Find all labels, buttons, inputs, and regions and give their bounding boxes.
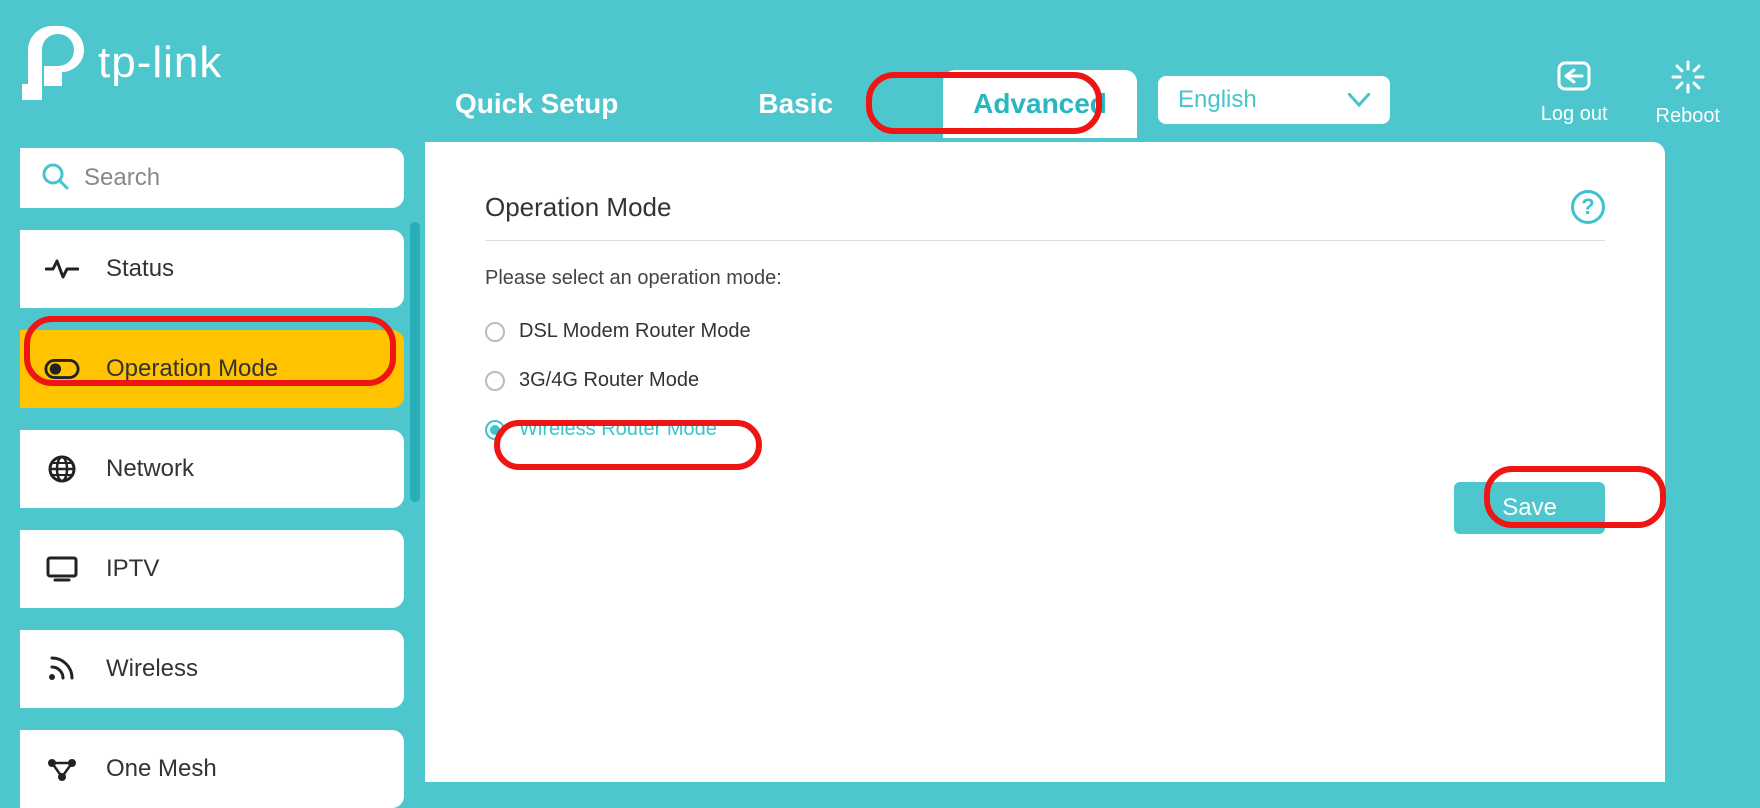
sidebar-item-iptv[interactable]: IPTV xyxy=(20,530,404,608)
one-mesh-icon xyxy=(44,755,80,783)
search-box[interactable] xyxy=(20,148,404,208)
radio-icon xyxy=(485,322,505,342)
sidebar: Status Operation Mode Network IPTV Wirel… xyxy=(20,148,404,808)
sidebar-item-label: Network xyxy=(106,455,194,483)
sidebar-item-network[interactable]: Network xyxy=(20,430,404,508)
network-icon xyxy=(44,454,80,484)
radio-wireless[interactable]: Wireless Router Mode xyxy=(485,418,1605,441)
sidebar-item-label: Status xyxy=(106,255,174,283)
wireless-icon xyxy=(44,655,80,683)
panel-prompt: Please select an operation mode: xyxy=(485,267,1605,290)
iptv-icon xyxy=(44,555,80,583)
sidebar-item-operation-mode[interactable]: Operation Mode xyxy=(20,330,404,408)
tab-quick-setup[interactable]: Quick Setup xyxy=(425,70,648,138)
radio-label: DSL Modem Router Mode xyxy=(519,320,751,343)
logo: tp-link xyxy=(22,26,222,100)
sidebar-item-label: Wireless xyxy=(106,655,198,683)
sidebar-item-label: One Mesh xyxy=(106,755,217,783)
sidebar-item-status[interactable]: Status xyxy=(20,230,404,308)
tab-advanced[interactable]: Advanced xyxy=(943,70,1137,138)
operation-mode-icon xyxy=(44,358,80,380)
search-icon xyxy=(40,161,70,196)
radio-label: 3G/4G Router Mode xyxy=(519,369,699,392)
panel-title: Operation Mode xyxy=(485,192,671,223)
main-panel: Operation Mode ? Please select an operat… xyxy=(425,142,1665,782)
help-icon[interactable]: ? xyxy=(1571,190,1605,224)
tab-basic[interactable]: Basic xyxy=(728,70,863,138)
reboot-label: Reboot xyxy=(1656,105,1721,128)
panel-header: Operation Mode ? xyxy=(485,190,1605,241)
status-icon xyxy=(44,259,80,279)
brand-name: tp-link xyxy=(98,38,222,88)
tp-link-logo-icon xyxy=(22,26,84,100)
sidebar-item-label: IPTV xyxy=(106,555,159,583)
sidebar-item-label: Operation Mode xyxy=(106,355,278,383)
radio-3g4g[interactable]: 3G/4G Router Mode xyxy=(485,369,1605,392)
reboot-icon xyxy=(1671,60,1705,99)
sidebar-scrollbar[interactable] xyxy=(410,222,420,502)
radio-dsl-modem[interactable]: DSL Modem Router Mode xyxy=(485,320,1605,343)
logout-icon xyxy=(1556,60,1592,97)
language-select[interactable]: English xyxy=(1158,76,1390,124)
search-input[interactable] xyxy=(84,164,394,192)
sidebar-item-wireless[interactable]: Wireless xyxy=(20,630,404,708)
reboot-button[interactable]: Reboot xyxy=(1656,60,1721,128)
logout-button[interactable]: Log out xyxy=(1541,60,1608,128)
operation-mode-radio-group: DSL Modem Router Mode 3G/4G Router Mode … xyxy=(485,320,1605,441)
top-nav: Quick Setup Basic Advanced xyxy=(425,70,1137,138)
top-right-actions: Log out Reboot xyxy=(1541,60,1720,128)
logout-label: Log out xyxy=(1541,103,1608,126)
radio-icon xyxy=(485,371,505,391)
chevron-down-icon xyxy=(1348,87,1370,113)
sidebar-item-one-mesh[interactable]: One Mesh xyxy=(20,730,404,808)
save-button[interactable]: Save xyxy=(1454,482,1605,534)
language-value: English xyxy=(1178,86,1257,114)
radio-label: Wireless Router Mode xyxy=(519,418,717,441)
radio-icon xyxy=(485,420,505,440)
